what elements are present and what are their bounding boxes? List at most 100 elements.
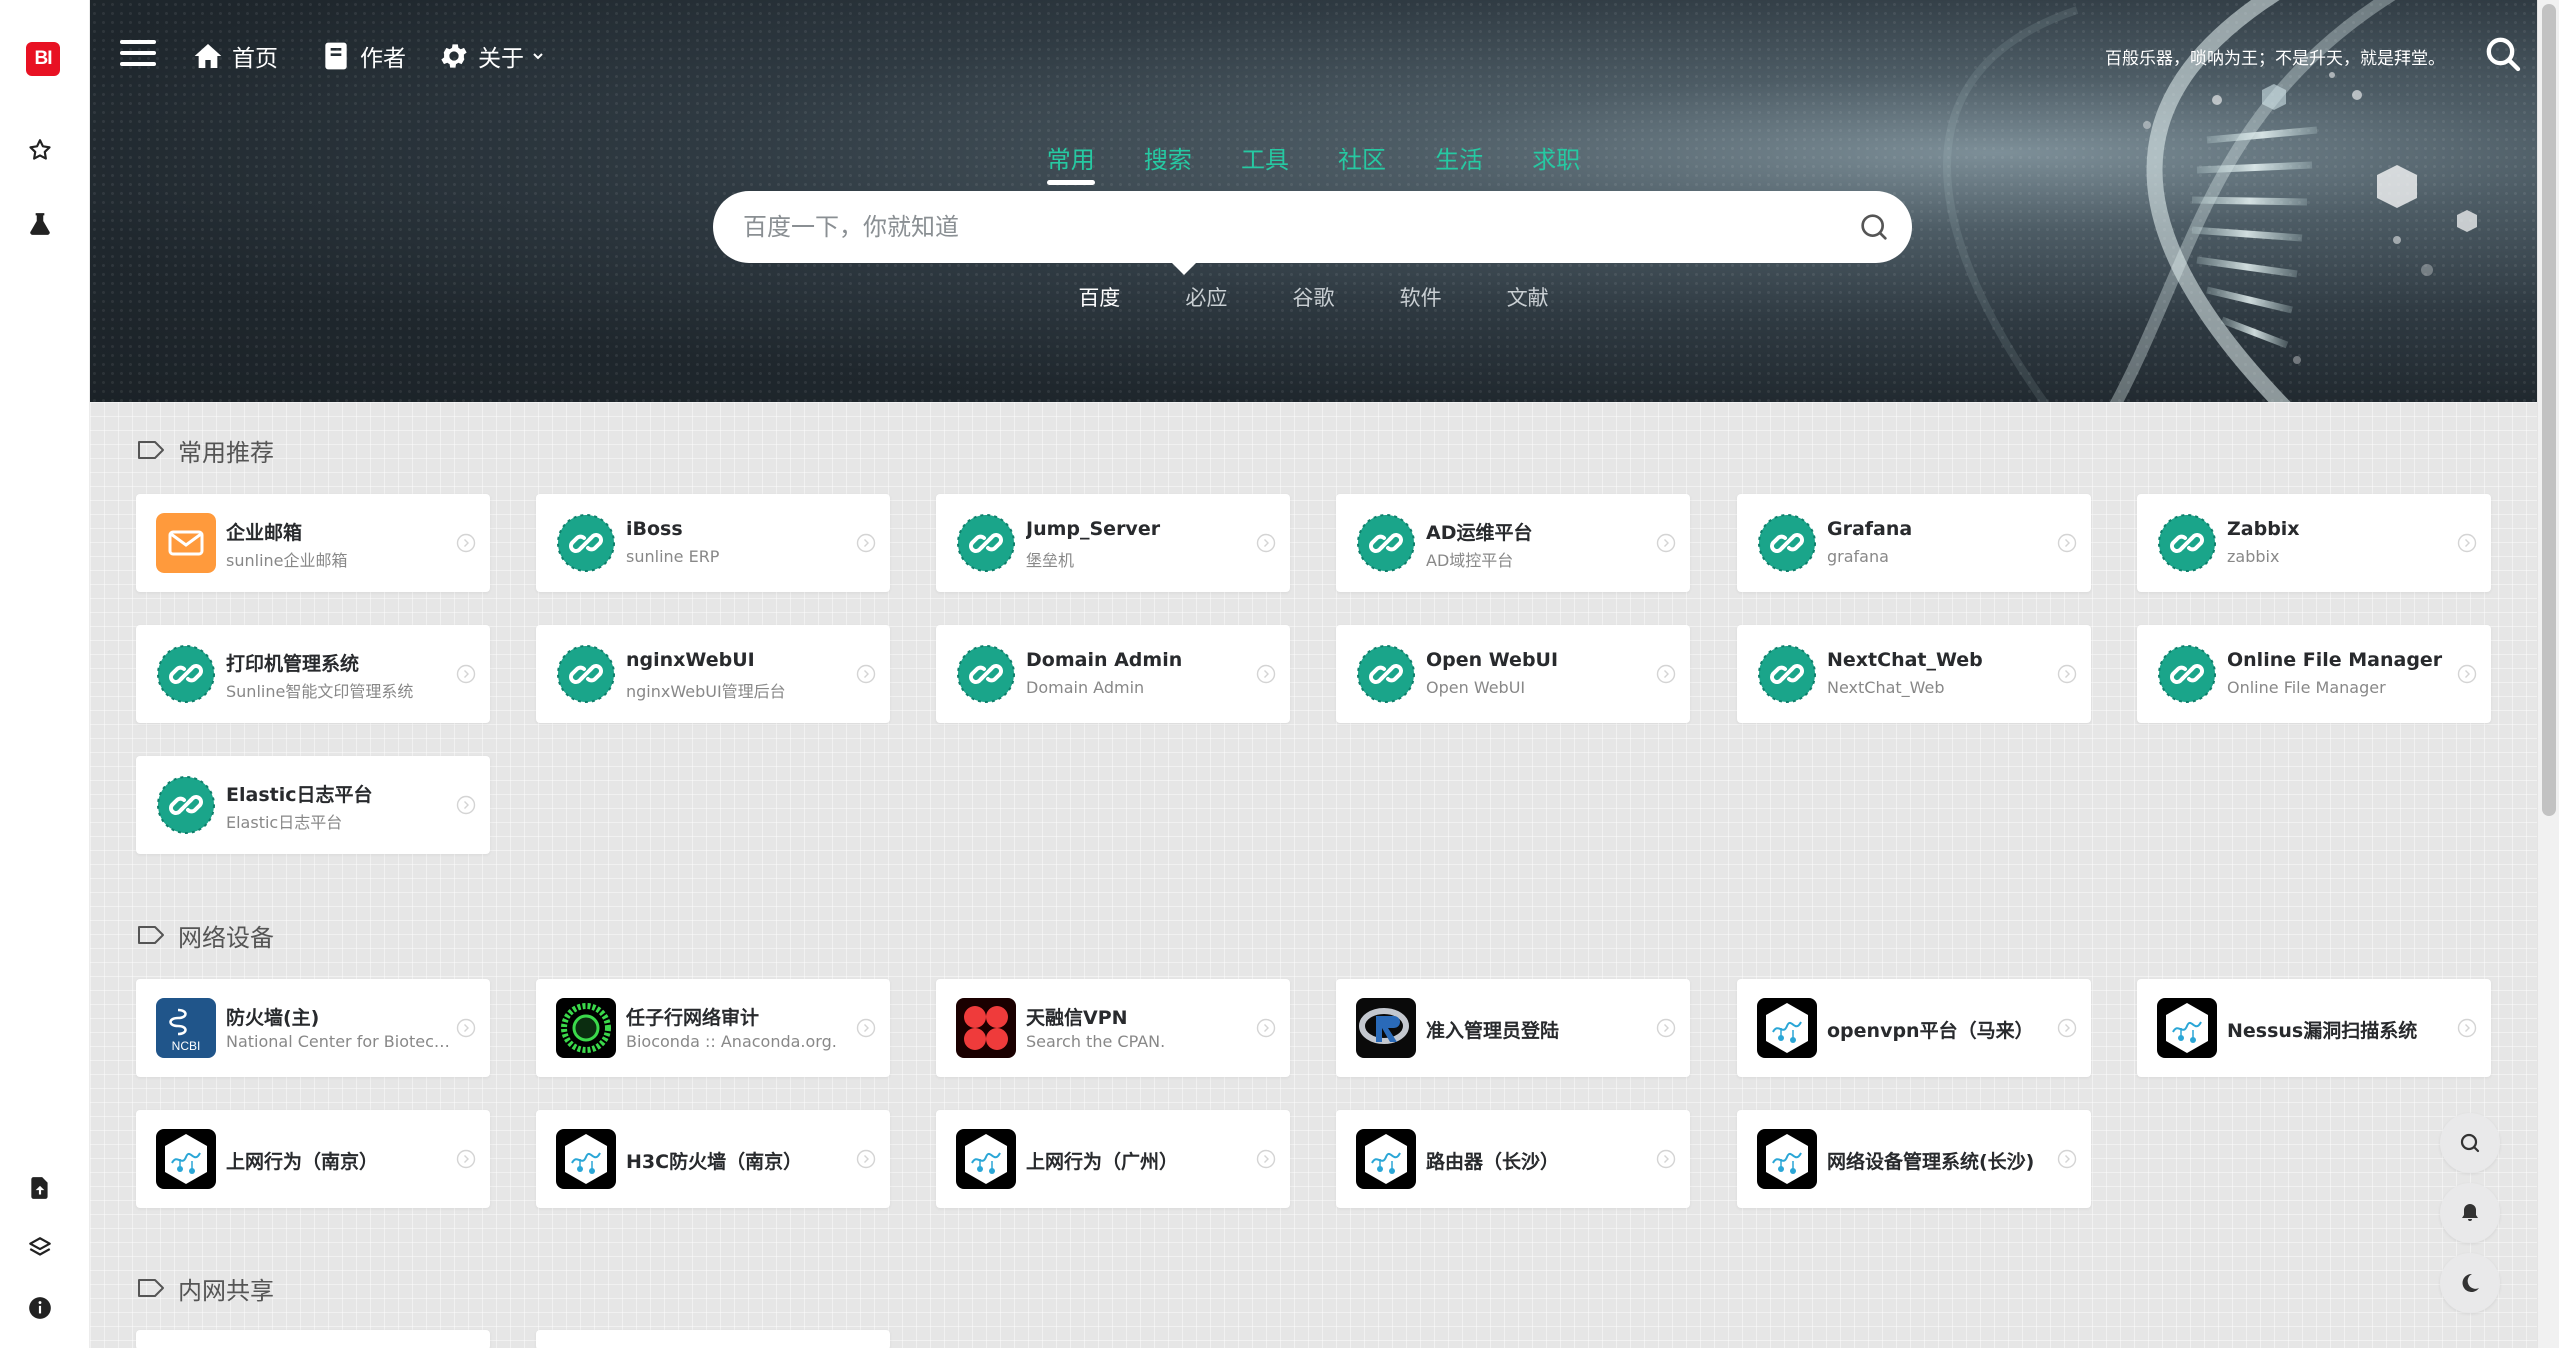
site-card[interactable]: 天融信VPN Search the CPAN. (936, 979, 1290, 1077)
hamburger-menu-icon[interactable] (120, 40, 156, 72)
tab-jobs[interactable]: 求职 (1532, 140, 1580, 185)
info-icon[interactable] (24, 1292, 56, 1324)
site-card[interactable]: 上网行为（广州） (936, 1110, 1290, 1208)
site-card[interactable]: nginxWebUI nginxWebUI管理后台 (536, 625, 890, 723)
site-card[interactable]: Open WebUI Open WebUI (1336, 625, 1690, 723)
tab-tools[interactable]: 工具 (1241, 140, 1289, 185)
site-card[interactable]: 网络设备管理系统(长沙) (1737, 1110, 2091, 1208)
moon-icon (2462, 1273, 2479, 1292)
site-card[interactable]: 企业邮箱 sunline企业邮箱 (136, 494, 490, 592)
hexagon-logo-icon (956, 1129, 1016, 1189)
chevron-right-icon[interactable] (1656, 1149, 1676, 1169)
chevron-right-icon[interactable] (2457, 664, 2477, 684)
site-card[interactable] (536, 1330, 890, 1348)
chevron-right-icon[interactable] (456, 1149, 476, 1169)
chevron-right-icon[interactable] (456, 795, 476, 815)
top-search-icon[interactable] (2483, 34, 2523, 74)
site-card[interactable]: openvpn平台（马来） (1737, 979, 2091, 1077)
search-input[interactable] (743, 191, 1793, 263)
chevron-right-icon[interactable] (2457, 1018, 2477, 1038)
nav-about-dropdown[interactable]: 关于 (438, 38, 554, 74)
page-scrollbar[interactable] (2537, 0, 2559, 1348)
site-card[interactable]: 打印机管理系统 Sunline智能文印管理系统 (136, 625, 490, 723)
chevron-right-icon[interactable] (856, 533, 876, 553)
site-card[interactable]: AD运维平台 AD域控平台 (1336, 494, 1690, 592)
nav-home[interactable]: 首页 (192, 38, 278, 74)
bioconda-icon (556, 998, 616, 1058)
chevron-right-icon[interactable] (2457, 533, 2477, 553)
chevron-right-icon[interactable] (456, 664, 476, 684)
site-card[interactable]: 上网行为（南京） (136, 1110, 490, 1208)
hexagon-logo-icon (1757, 1129, 1817, 1189)
link-icon (2157, 644, 2217, 704)
site-card[interactable]: NextChat_Web NextChat_Web (1737, 625, 2091, 723)
site-card[interactable]: NCBI 防火墙(主) National Center for Biotechn..… (136, 979, 490, 1077)
chevron-right-icon[interactable] (2057, 533, 2077, 553)
float-search-button[interactable] (2440, 1113, 2500, 1173)
star-icon[interactable] (24, 134, 56, 166)
float-theme-button[interactable] (2440, 1253, 2500, 1313)
nav-author[interactable]: 作者 (320, 38, 406, 74)
site-card[interactable]: Elastic日志平台 Elastic日志平台 (136, 756, 490, 854)
chevron-right-icon[interactable] (1656, 1018, 1676, 1038)
chevron-right-icon[interactable] (856, 1149, 876, 1169)
site-card[interactable]: Grafana grafana (1737, 494, 2091, 592)
site-card[interactable]: H3C防火墙（南京） (536, 1110, 890, 1208)
chevron-right-icon[interactable] (1256, 533, 1276, 553)
chevron-right-icon[interactable] (1656, 533, 1676, 553)
site-card[interactable]: Nessus漏洞扫描系统 (2137, 979, 2491, 1077)
site-card[interactable] (136, 1330, 490, 1348)
chevron-right-icon[interactable] (856, 1018, 876, 1038)
site-card-description: 堡垒机 (1026, 551, 1075, 570)
engine-literature[interactable]: 文献 (1507, 282, 1549, 312)
chevron-right-icon[interactable] (2057, 664, 2077, 684)
site-logo[interactable]: BI (26, 42, 60, 76)
site-card-description: Sunline智能文印管理系统 (226, 682, 414, 701)
file-upload-icon[interactable] (24, 1172, 56, 1204)
chevron-right-icon[interactable] (2057, 1149, 2077, 1169)
site-card-description: AD域控平台 (1426, 551, 1514, 570)
chevron-right-icon[interactable] (1256, 1149, 1276, 1169)
site-card[interactable]: 准入管理员登陆 (1336, 979, 1690, 1077)
motto-text: 百般乐器，唢呐为王；不是升天，就是拜堂。 (2105, 49, 2445, 69)
bell-icon (2462, 1204, 2478, 1221)
search-engine-list: 百度 必应 谷歌 软件 文献 (90, 282, 2537, 312)
site-card[interactable]: 路由器（长沙） (1336, 1110, 1690, 1208)
flask-icon[interactable] (24, 208, 56, 240)
tab-community[interactable]: 社区 (1338, 140, 1386, 185)
chevron-right-icon[interactable] (1656, 664, 1676, 684)
site-card[interactable]: Domain Admin Domain Admin (936, 625, 1290, 723)
book-icon (325, 42, 347, 70)
layers-icon[interactable] (24, 1232, 56, 1264)
site-card-title: Jump_Server (1026, 518, 1161, 540)
site-card[interactable]: Zabbix zabbix (2137, 494, 2491, 592)
site-card-description: NextChat_Web (1827, 678, 1945, 697)
engine-google[interactable]: 谷歌 (1293, 282, 1335, 312)
chevron-right-icon[interactable] (1256, 664, 1276, 684)
search-submit-icon[interactable] (1858, 211, 1890, 243)
site-card-title: 打印机管理系统 (226, 653, 360, 675)
chevron-right-icon[interactable] (456, 1018, 476, 1038)
tab-search[interactable]: 搜索 (1144, 140, 1192, 185)
float-notification-button[interactable] (2440, 1183, 2500, 1243)
chevron-right-icon[interactable] (856, 664, 876, 684)
site-card[interactable]: iBoss sunline ERP (536, 494, 890, 592)
main-content: 常用推荐 企业邮箱 sunline企业邮箱 iBoss sunline ERP Jump_… (90, 402, 2537, 1348)
chevron-right-icon[interactable] (2057, 1018, 2077, 1038)
engine-software[interactable]: 软件 (1400, 282, 1442, 312)
site-card[interactable]: Online File Manager Online File Manager (2137, 625, 2491, 723)
left-sidebar: BI (0, 0, 90, 1348)
engine-bing[interactable]: 必应 (1185, 282, 1227, 312)
hexagon-logo-icon (556, 1129, 616, 1189)
site-card[interactable]: 任子行网络审计 Bioconda :: Anaconda.org. (536, 979, 890, 1077)
engine-baidu[interactable]: 百度 (1078, 282, 1120, 312)
site-card-title: 防火墙(主) (226, 1007, 320, 1029)
chevron-right-icon[interactable] (1256, 1018, 1276, 1038)
site-card-title: nginxWebUI (626, 649, 755, 671)
site-card[interactable]: Jump_Server 堡垒机 (936, 494, 1290, 592)
scrollbar-thumb[interactable] (2542, 4, 2556, 816)
chevron-right-icon[interactable] (456, 533, 476, 553)
site-card-title: Open WebUI (1426, 649, 1559, 671)
tab-life[interactable]: 生活 (1435, 140, 1483, 185)
tab-common[interactable]: 常用 (1046, 140, 1095, 185)
